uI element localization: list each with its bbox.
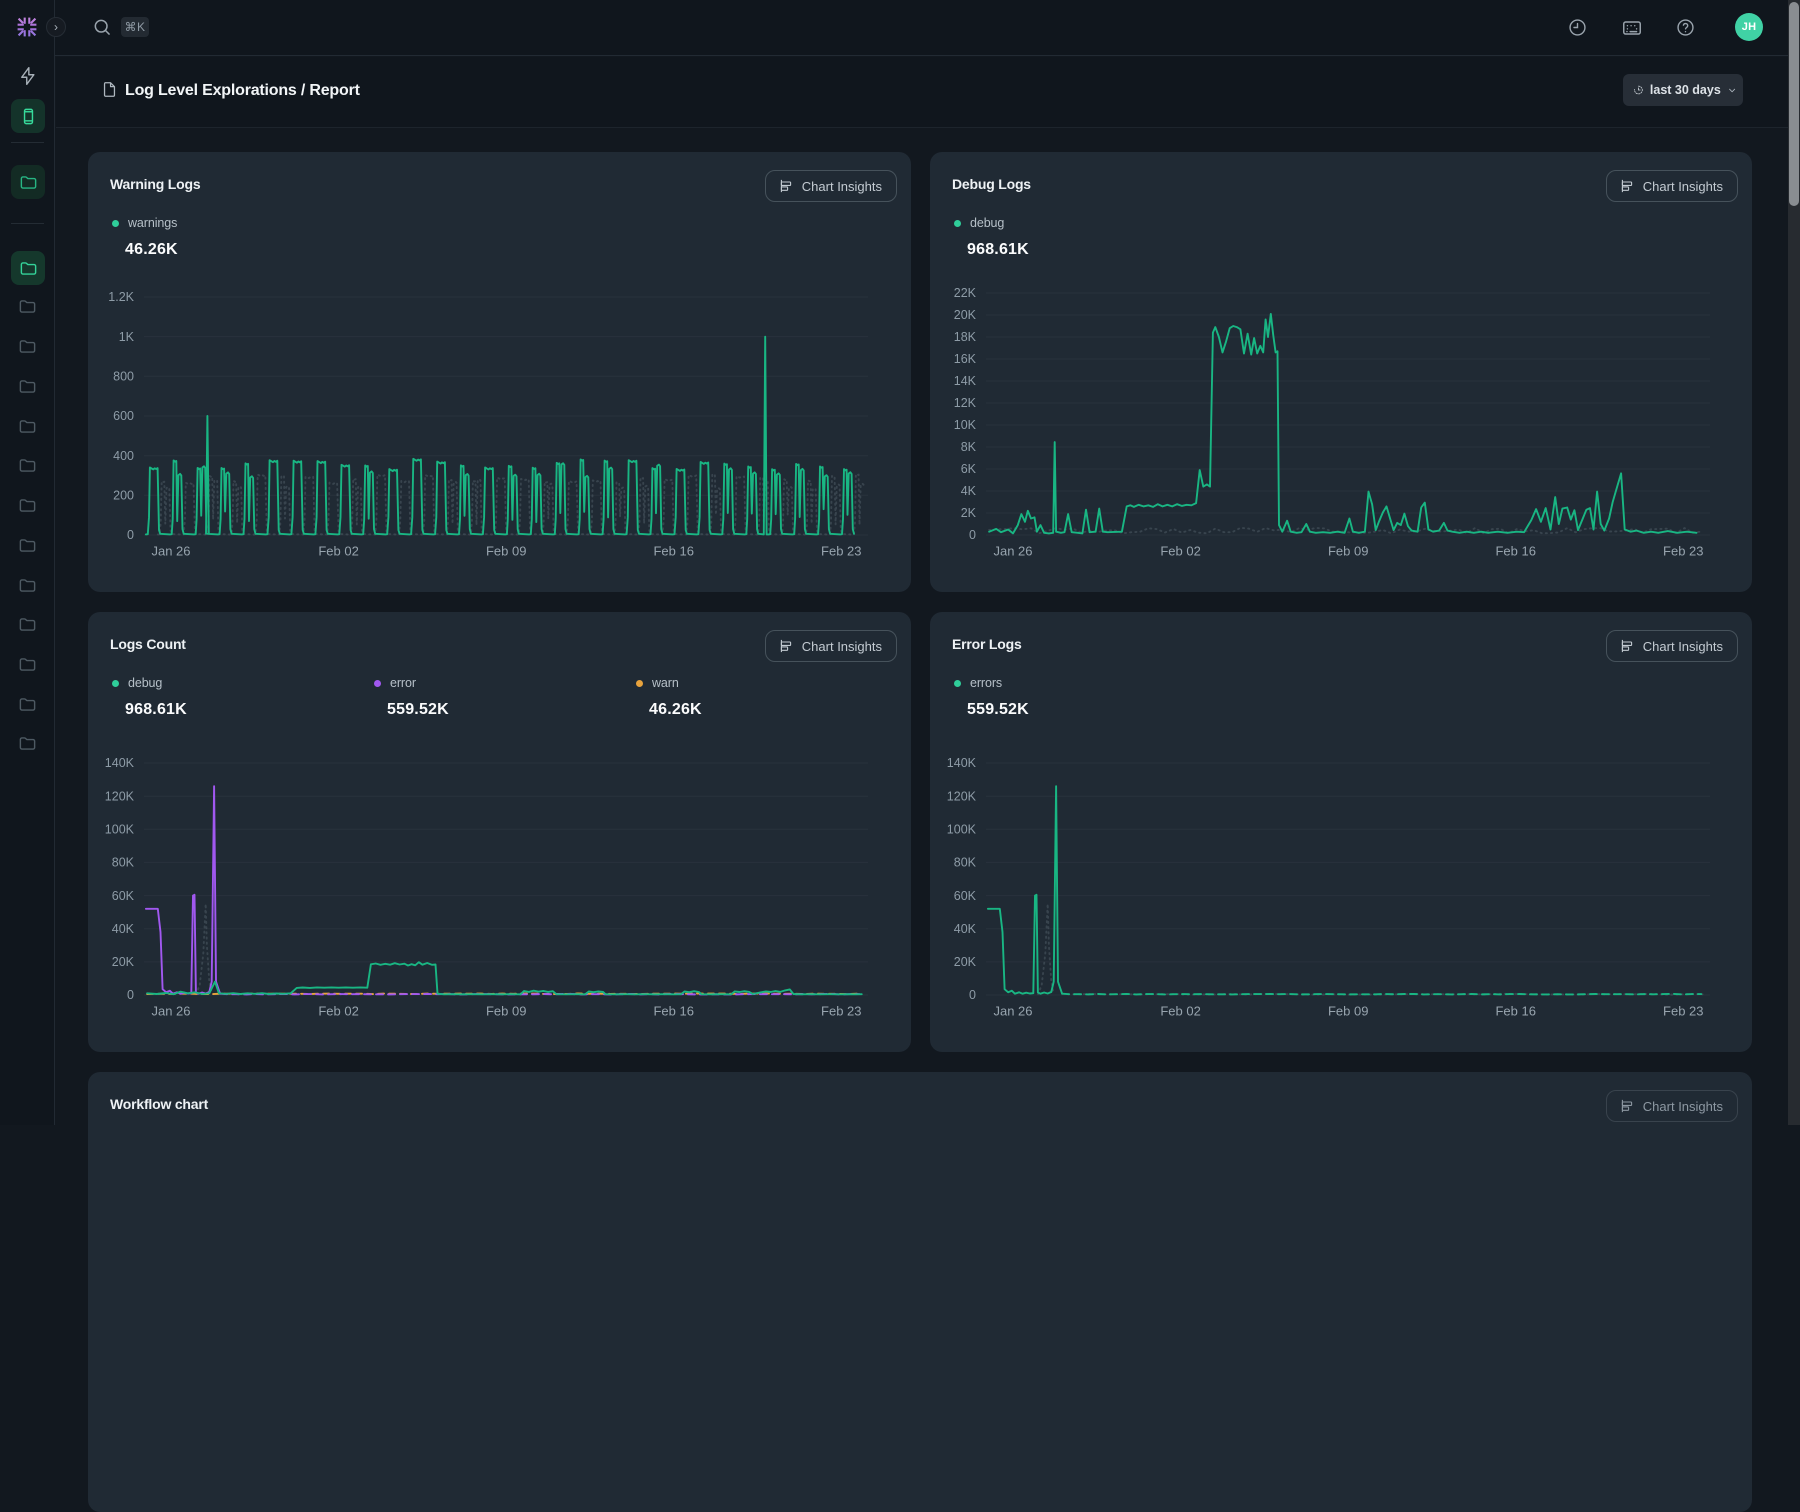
- svg-text:Jan 26: Jan 26: [993, 1004, 1032, 1019]
- svg-text:16K: 16K: [954, 352, 977, 366]
- svg-text:Feb 09: Feb 09: [486, 544, 526, 559]
- svg-text:80K: 80K: [112, 856, 135, 870]
- svg-text:Feb 02: Feb 02: [318, 544, 358, 559]
- svg-text:20K: 20K: [954, 308, 977, 322]
- svg-text:Feb 23: Feb 23: [1663, 1004, 1703, 1019]
- svg-text:Feb 09: Feb 09: [1328, 1004, 1368, 1019]
- svg-text:8K: 8K: [961, 440, 977, 454]
- svg-text:0: 0: [969, 528, 976, 542]
- svg-text:Feb 16: Feb 16: [653, 1004, 693, 1019]
- svg-text:80K: 80K: [954, 856, 977, 870]
- svg-text:60K: 60K: [954, 889, 977, 903]
- svg-text:800: 800: [113, 370, 134, 384]
- svg-text:Feb 02: Feb 02: [1160, 544, 1200, 559]
- svg-text:40K: 40K: [954, 922, 977, 936]
- svg-text:120K: 120K: [947, 789, 977, 803]
- svg-text:Feb 02: Feb 02: [318, 1004, 358, 1019]
- svg-text:600: 600: [113, 409, 134, 423]
- svg-text:18K: 18K: [954, 330, 977, 344]
- svg-text:140K: 140K: [105, 756, 135, 770]
- svg-text:0: 0: [127, 988, 134, 1002]
- svg-text:14K: 14K: [954, 374, 977, 388]
- svg-text:Feb 23: Feb 23: [821, 544, 861, 559]
- svg-text:60K: 60K: [112, 889, 135, 903]
- svg-text:120K: 120K: [105, 789, 135, 803]
- svg-text:22K: 22K: [954, 286, 977, 300]
- svg-text:400: 400: [113, 449, 134, 463]
- svg-text:1.2K: 1.2K: [108, 290, 134, 304]
- svg-text:1K: 1K: [119, 330, 135, 344]
- svg-text:40K: 40K: [112, 922, 135, 936]
- svg-text:6K: 6K: [961, 462, 977, 476]
- svg-text:140K: 140K: [947, 756, 977, 770]
- svg-text:2K: 2K: [961, 506, 977, 520]
- svg-text:Feb 09: Feb 09: [486, 1004, 526, 1019]
- svg-text:Feb 09: Feb 09: [1328, 544, 1368, 559]
- svg-text:Jan 26: Jan 26: [993, 544, 1032, 559]
- svg-text:Feb 23: Feb 23: [821, 1004, 861, 1019]
- svg-text:Jan 26: Jan 26: [151, 1004, 190, 1019]
- svg-text:12K: 12K: [954, 396, 977, 410]
- svg-text:Feb 16: Feb 16: [1495, 544, 1535, 559]
- svg-text:100K: 100K: [947, 823, 977, 837]
- svg-text:0: 0: [127, 528, 134, 542]
- svg-text:Jan 26: Jan 26: [151, 544, 190, 559]
- svg-text:20K: 20K: [954, 955, 977, 969]
- svg-text:0: 0: [969, 988, 976, 1002]
- svg-text:Feb 02: Feb 02: [1160, 1004, 1200, 1019]
- svg-text:100K: 100K: [105, 823, 135, 837]
- svg-text:4K: 4K: [961, 484, 977, 498]
- svg-text:Feb 23: Feb 23: [1663, 544, 1703, 559]
- svg-text:Feb 16: Feb 16: [653, 544, 693, 559]
- svg-text:Feb 16: Feb 16: [1495, 1004, 1535, 1019]
- svg-text:10K: 10K: [954, 418, 977, 432]
- svg-text:20K: 20K: [112, 955, 135, 969]
- svg-text:200: 200: [113, 489, 134, 503]
